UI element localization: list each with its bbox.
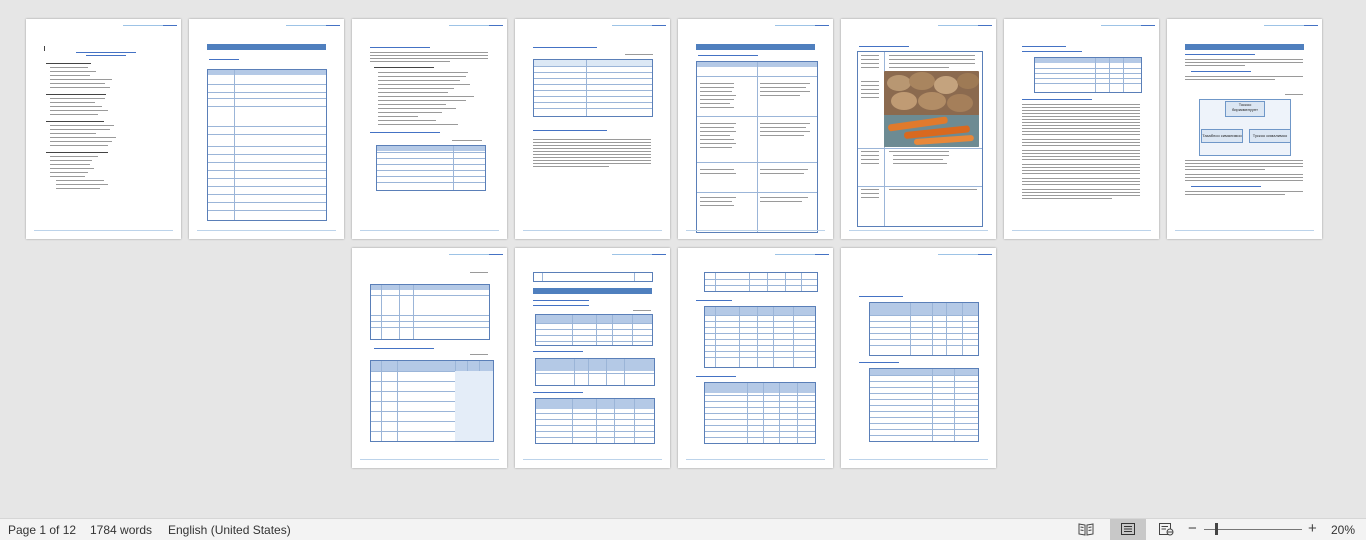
page-footer bbox=[523, 230, 662, 231]
page-thumbnail[interactable] bbox=[678, 19, 833, 239]
zoom-slider-track[interactable] bbox=[1204, 529, 1302, 530]
page-header bbox=[612, 254, 666, 257]
data-table bbox=[704, 272, 818, 292]
data-table bbox=[535, 314, 653, 346]
data-table bbox=[533, 59, 653, 117]
page-thumbnail[interactable] bbox=[841, 19, 996, 239]
data-table bbox=[533, 272, 653, 282]
page-thumbnail[interactable] bbox=[189, 19, 344, 239]
language-indicator[interactable]: English (United States) bbox=[168, 523, 291, 537]
data-table bbox=[370, 360, 494, 442]
page-thumbnail[interactable] bbox=[678, 248, 833, 468]
page-thumbnail[interactable] bbox=[1004, 19, 1159, 239]
page-footer bbox=[360, 459, 499, 460]
vegetables-photo bbox=[884, 71, 979, 147]
page-footer bbox=[34, 230, 173, 231]
page-header bbox=[1264, 25, 1318, 28]
data-table bbox=[704, 306, 816, 368]
page-thumbnail[interactable] bbox=[352, 19, 507, 239]
page-header bbox=[775, 25, 829, 28]
page-header bbox=[1101, 25, 1155, 28]
document-canvas[interactable]: Тоскоо бирикмелуунт Тазаблоо сималимоо Т… bbox=[0, 0, 1366, 518]
zoom-in-button[interactable]: + bbox=[1308, 520, 1317, 537]
page-thumbnail[interactable] bbox=[26, 19, 181, 239]
page-header bbox=[123, 25, 177, 28]
read-mode-icon[interactable] bbox=[1078, 522, 1094, 536]
data-table bbox=[207, 69, 327, 221]
status-bar: Page 1 of 12 1784 words English (United … bbox=[0, 518, 1366, 540]
print-layout-icon bbox=[1120, 522, 1136, 539]
data-table bbox=[869, 302, 979, 356]
word-count[interactable]: 1784 words bbox=[90, 523, 152, 537]
page-footer bbox=[1012, 230, 1151, 231]
page-header bbox=[938, 254, 992, 257]
page-footer bbox=[686, 459, 825, 460]
diagram-right-box: Тускоо сималимоо bbox=[1249, 129, 1291, 143]
print-layout-button[interactable] bbox=[1110, 519, 1146, 540]
page-footer bbox=[1175, 230, 1314, 231]
page-thumbnail[interactable]: Тоскоо бирикмелуунт Тазаблоо сималимоо Т… bbox=[1167, 19, 1322, 239]
diagram-left-box: Тазаблоо сималимоо bbox=[1201, 129, 1243, 143]
zoom-out-button[interactable]: − bbox=[1188, 520, 1197, 537]
page-footer bbox=[686, 230, 825, 231]
web-layout-icon[interactable] bbox=[1158, 522, 1174, 536]
page-header bbox=[938, 25, 992, 28]
page-footer bbox=[849, 230, 988, 231]
page-footer bbox=[197, 230, 336, 231]
data-table bbox=[1034, 57, 1142, 93]
page-header bbox=[286, 25, 340, 28]
diagram-top-box: Тоскоо бирикмелуунт bbox=[1225, 101, 1265, 117]
data-table bbox=[370, 284, 490, 340]
page-header bbox=[612, 25, 666, 28]
page-header bbox=[449, 25, 503, 28]
data-table bbox=[704, 382, 816, 444]
data-table bbox=[376, 145, 486, 191]
page-footer bbox=[360, 230, 499, 231]
page-footer bbox=[523, 459, 662, 460]
page-thumbnail[interactable] bbox=[352, 248, 507, 468]
data-table bbox=[869, 368, 979, 442]
zoom-slider-thumb[interactable] bbox=[1215, 523, 1218, 535]
page-count[interactable]: Page 1 of 12 bbox=[8, 523, 76, 537]
zoom-level[interactable]: 20% bbox=[1331, 523, 1355, 537]
page-thumbnail[interactable] bbox=[841, 248, 996, 468]
data-table bbox=[535, 358, 655, 386]
page-header bbox=[449, 254, 503, 257]
page-header bbox=[775, 254, 829, 257]
page-thumbnail[interactable] bbox=[515, 248, 670, 468]
page-footer bbox=[849, 459, 988, 460]
page-thumbnail[interactable] bbox=[515, 19, 670, 239]
data-table bbox=[535, 398, 655, 444]
